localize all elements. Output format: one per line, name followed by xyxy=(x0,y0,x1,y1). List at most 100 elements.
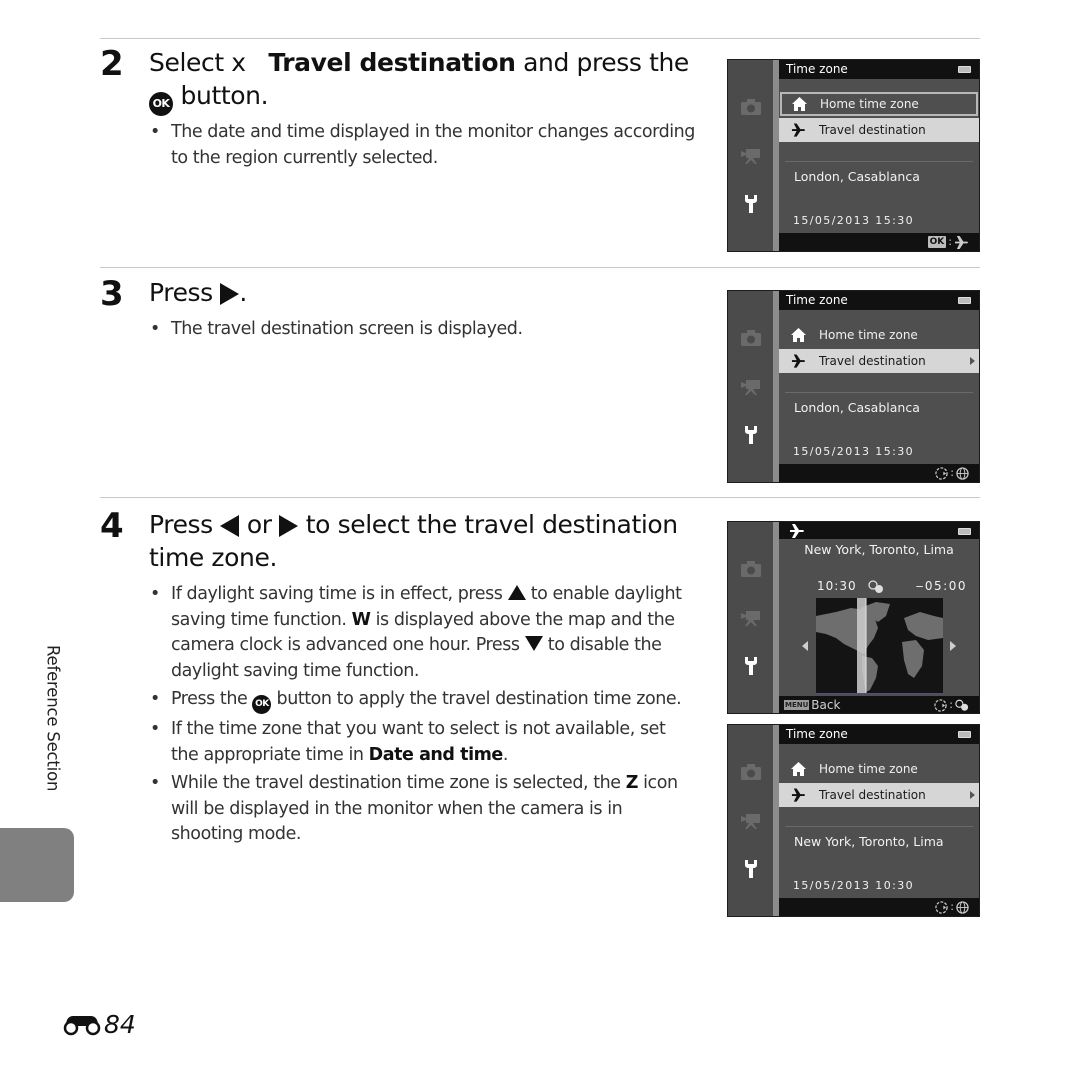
left-arrow-icon xyxy=(220,515,240,537)
mode-sidebar xyxy=(728,60,773,251)
bullet-text: While the travel destination time zone i… xyxy=(171,773,621,793)
ok-button-icon: OK xyxy=(252,695,272,714)
bullet-bold-text: Date and time xyxy=(368,744,504,765)
title-bold-text: Travel destination xyxy=(268,48,516,77)
title-text: Press xyxy=(149,510,213,539)
menu-item-label: Home time zone xyxy=(820,97,919,111)
world-map xyxy=(816,598,943,694)
back-button[interactable]: MENU Back xyxy=(784,696,841,713)
section-divider xyxy=(100,497,980,498)
camera-icon xyxy=(740,97,762,117)
date-time: 15/05/2013 10:30 xyxy=(793,879,914,892)
globe-icon xyxy=(956,467,969,480)
left-arrow-icon[interactable] xyxy=(802,641,808,651)
airplane-icon xyxy=(954,236,969,249)
airplane-icon xyxy=(791,788,806,802)
bullet-text: button to apply the travel destination t… xyxy=(276,689,682,709)
screen-main: New York, Toronto, Lima 10:30 ‒05:00 MEN… xyxy=(779,522,979,713)
mode-sidebar xyxy=(728,522,773,713)
battery-icon xyxy=(958,66,971,73)
multi-selector-icon xyxy=(935,467,948,480)
page-number: 84 xyxy=(62,1010,136,1039)
down-arrow-icon xyxy=(524,636,543,651)
section-tab[interactable] xyxy=(0,828,74,902)
movie-icon xyxy=(740,146,762,166)
hint-separator: : xyxy=(949,698,953,711)
multi-selector-icon xyxy=(934,699,947,712)
wrench-icon xyxy=(740,656,762,676)
menu-item-travel-destination[interactable]: Travel destination xyxy=(779,349,979,373)
screen-main: Time zone Home time zone Travel destinat… xyxy=(779,725,979,916)
camera-icon xyxy=(740,559,762,579)
divider xyxy=(785,392,973,393)
divider xyxy=(785,161,973,162)
travel-symbol-icon: Z xyxy=(625,773,639,793)
battery-icon xyxy=(958,297,971,304)
menu-item-home-time-zone[interactable]: Home time zone xyxy=(780,92,978,116)
bullet-text: Press the xyxy=(171,689,248,709)
movie-icon xyxy=(740,608,762,628)
camera-screen-world-map: New York, Toronto, Lima 10:30 ‒05:00 MEN… xyxy=(727,521,980,714)
title-text: Press xyxy=(149,278,213,307)
multi-selector-hint: : xyxy=(935,899,969,915)
destination-city: New York, Toronto, Lima xyxy=(804,542,954,557)
home-icon xyxy=(791,328,806,342)
section-label-text: Reference Section xyxy=(43,645,63,792)
movie-icon xyxy=(740,377,762,397)
menu-item-label: Travel destination xyxy=(819,788,926,802)
right-arrow-icon[interactable] xyxy=(950,641,956,651)
city-label: London, Casablanca xyxy=(794,169,920,184)
menu-item-home-time-zone[interactable]: Home time zone xyxy=(779,757,979,781)
step-number: 4 xyxy=(100,506,124,546)
city-label: New York, Toronto, Lima xyxy=(794,834,944,849)
menu-item-travel-destination[interactable]: Travel destination xyxy=(779,783,979,807)
menu-item-label: Home time zone xyxy=(819,762,918,776)
submenu-arrow-icon xyxy=(970,357,975,365)
step-title: Press . xyxy=(149,276,709,309)
city-label: London, Casablanca xyxy=(794,400,920,415)
menu-item-travel-destination[interactable]: Travel destination xyxy=(779,118,979,142)
camera-icon xyxy=(740,762,762,782)
bullet-item: While the travel destination time zone i… xyxy=(150,771,695,848)
daylight-saving-icon xyxy=(868,580,884,594)
camera-screen-travel-arrow: Time zone Home time zone Travel destinat… xyxy=(727,290,980,483)
battery-icon xyxy=(958,528,971,535)
home-icon xyxy=(792,97,807,111)
screen-title-bar: Time zone xyxy=(779,725,979,744)
screen-title: Time zone xyxy=(786,62,848,76)
menu-item-label: Home time zone xyxy=(819,328,918,342)
date-time: 15/05/2013 15:30 xyxy=(793,445,914,458)
title-text: Select x xyxy=(149,48,246,77)
daylight-saving-icon xyxy=(955,699,969,712)
ok-hint: OK : xyxy=(927,234,969,250)
airplane-icon xyxy=(789,524,805,538)
bullet-text: If daylight saving time is in effect, pr… xyxy=(171,584,503,604)
camera-icon xyxy=(740,328,762,348)
menu-item-label: Travel destination xyxy=(819,354,926,368)
hint-separator: : xyxy=(950,466,954,479)
destination-time: 10:30 xyxy=(817,579,857,593)
mode-sidebar xyxy=(728,291,773,482)
submenu-arrow-icon xyxy=(970,791,975,799)
airplane-icon xyxy=(791,123,806,137)
movie-icon xyxy=(740,811,762,831)
battery-icon xyxy=(958,731,971,738)
section-label: Reference Section xyxy=(38,645,68,815)
title-text: or xyxy=(246,510,272,539)
right-arrow-icon xyxy=(220,283,240,305)
page-number-text: 84 xyxy=(104,1010,136,1039)
menu-item-home-time-zone[interactable]: Home time zone xyxy=(779,323,979,347)
right-arrow-icon xyxy=(279,515,299,537)
binoculars-icon xyxy=(63,1015,101,1035)
back-label: Back xyxy=(811,698,841,712)
bullet-item: If daylight saving time is in effect, pr… xyxy=(150,582,695,684)
bullet-item: The travel destination screen is display… xyxy=(150,317,695,343)
screen-title: Time zone xyxy=(786,293,848,307)
screen-title: Time zone xyxy=(786,727,848,741)
menu-item-label: Travel destination xyxy=(819,123,926,137)
bullet-list: The date and time displayed in the monit… xyxy=(150,120,695,174)
screen-bottom-bar: OK : xyxy=(779,233,979,251)
step-number: 2 xyxy=(100,44,124,84)
title-text: and press the xyxy=(523,48,689,77)
globe-icon xyxy=(956,901,969,914)
